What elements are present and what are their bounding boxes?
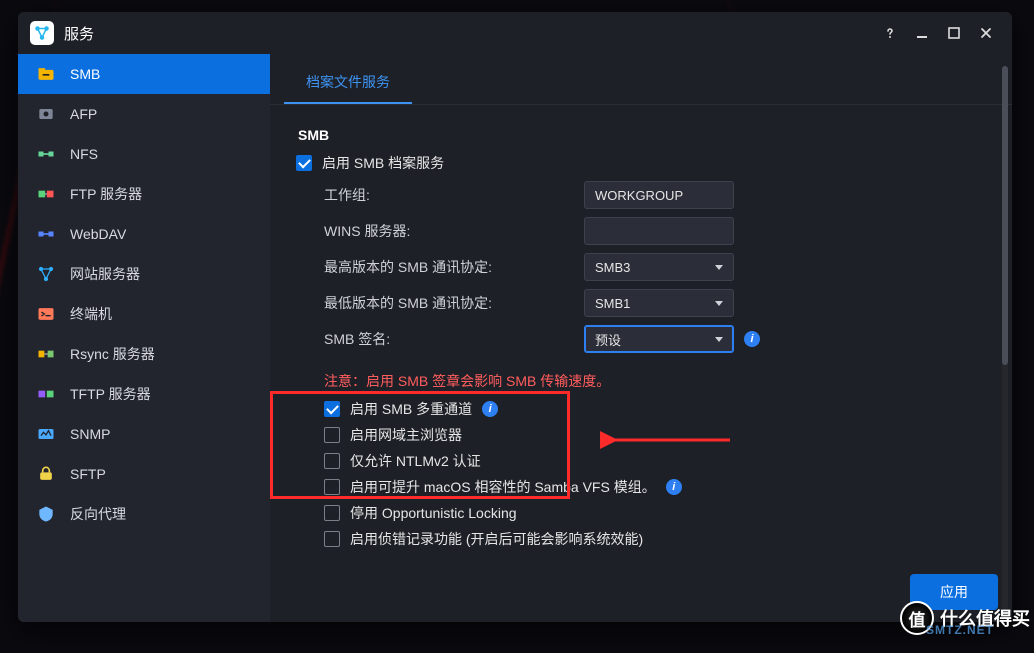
tabs: 档案文件服务 <box>270 54 1012 105</box>
sidebar-item-label: 网站服务器 <box>70 264 140 284</box>
info-icon[interactable]: i <box>744 331 760 347</box>
sidebar-item-website[interactable]: 网站服务器 <box>18 254 270 294</box>
max-smb-select[interactable]: SMB3 <box>584 253 734 281</box>
samba-vfs-checkbox[interactable] <box>324 479 340 495</box>
workgroup-input[interactable] <box>584 181 734 209</box>
rsync-icon <box>36 344 56 364</box>
opp-locking-label: 停用 Opportunistic Locking <box>350 503 517 523</box>
afp-icon <box>36 104 56 124</box>
sidebar-item-afp[interactable]: AFP <box>18 94 270 134</box>
min-smb-value: SMB1 <box>595 296 630 311</box>
workgroup-label: 工作组: <box>324 185 584 205</box>
opp-locking-checkbox[interactable] <box>324 505 340 521</box>
ftp-icon <box>36 184 56 204</box>
help-button[interactable] <box>876 19 904 47</box>
sidebar: SMB AFP NFS FTP 服务器 WebDAV 网站服务器 <box>18 54 270 622</box>
scrollbar[interactable] <box>1002 66 1008 610</box>
tab-file-service[interactable]: 档案文件服务 <box>284 60 412 104</box>
close-button[interactable] <box>972 19 1000 47</box>
chevron-down-icon <box>715 337 723 342</box>
section-title: SMB <box>298 127 986 143</box>
services-window: 服务 SMB AFP NFS <box>18 12 1012 622</box>
website-icon <box>36 264 56 284</box>
sidebar-item-label: SNMP <box>70 426 110 442</box>
sidebar-item-proxy[interactable]: 反向代理 <box>18 494 270 534</box>
enable-smb-row: 启用 SMB 档案服务 <box>296 153 986 173</box>
debug-log-checkbox[interactable] <box>324 531 340 547</box>
sidebar-item-label: Rsync 服务器 <box>70 344 155 364</box>
window-title: 服务 <box>64 23 94 44</box>
minimize-button[interactable] <box>908 19 936 47</box>
sidebar-item-label: TFTP 服务器 <box>70 384 151 404</box>
master-browser-checkbox[interactable] <box>324 427 340 443</box>
ntlmv2-checkbox[interactable] <box>324 453 340 469</box>
sidebar-item-webdav[interactable]: WebDAV <box>18 214 270 254</box>
sidebar-item-rsync[interactable]: Rsync 服务器 <box>18 334 270 374</box>
wins-label: WINS 服务器: <box>324 221 584 241</box>
sidebar-item-label: 终端机 <box>70 304 112 324</box>
info-icon[interactable]: i <box>666 479 682 495</box>
min-smb-label: 最低版本的 SMB 通讯协定: <box>324 293 584 313</box>
sidebar-item-nfs[interactable]: NFS <box>18 134 270 174</box>
app-icon <box>30 21 54 45</box>
sidebar-item-label: SMB <box>70 66 100 82</box>
wins-input[interactable] <box>584 217 734 245</box>
sidebar-item-snmp[interactable]: SNMP <box>18 414 270 454</box>
watermark: 值 什么值得买 SMTZ.NET <box>900 601 1030 635</box>
terminal-icon <box>36 304 56 324</box>
enable-smb-label: 启用 SMB 档案服务 <box>322 153 444 173</box>
samba-vfs-label: 启用可提升 macOS 相容性的 Samba VFS 模组。 <box>350 477 656 497</box>
nfs-icon <box>36 144 56 164</box>
sign-label: SMB 签名: <box>324 329 584 349</box>
sidebar-item-tftp[interactable]: TFTP 服务器 <box>18 374 270 414</box>
multi-channel-label: 启用 SMB 多重通道 <box>350 399 472 419</box>
ntlmv2-label: 仅允许 NTLMv2 认证 <box>350 451 481 471</box>
maximize-button[interactable] <box>940 19 968 47</box>
sidebar-item-label: FTP 服务器 <box>70 184 142 204</box>
multi-channel-checkbox[interactable] <box>324 401 340 417</box>
sidebar-item-label: WebDAV <box>70 226 126 242</box>
tftp-icon <box>36 384 56 404</box>
sidebar-item-terminal[interactable]: 终端机 <box>18 294 270 334</box>
sidebar-item-sftp[interactable]: SFTP <box>18 454 270 494</box>
proxy-icon <box>36 504 56 524</box>
share-folder-icon <box>36 64 56 84</box>
sign-value: 预设 <box>595 330 621 349</box>
min-smb-select[interactable]: SMB1 <box>584 289 734 317</box>
scrollbar-thumb[interactable] <box>1002 66 1008 365</box>
enable-smb-checkbox[interactable] <box>296 155 312 171</box>
sidebar-item-label: AFP <box>70 106 97 122</box>
titlebar: 服务 <box>18 12 1012 54</box>
sidebar-item-label: SFTP <box>70 466 106 482</box>
sidebar-item-label: 反向代理 <box>70 504 126 524</box>
max-smb-label: 最高版本的 SMB 通讯协定: <box>324 257 584 277</box>
master-browser-label: 启用网域主浏览器 <box>350 425 462 445</box>
sidebar-item-smb[interactable]: SMB <box>18 54 270 94</box>
sign-select[interactable]: 预设 <box>584 325 734 353</box>
snmp-icon <box>36 424 56 444</box>
sftp-icon <box>36 464 56 484</box>
sidebar-item-label: NFS <box>70 146 98 162</box>
content-area: SMB 启用 SMB 档案服务 工作组: WINS 服务器: 最高 <box>270 105 1012 622</box>
sidebar-item-ftp[interactable]: FTP 服务器 <box>18 174 270 214</box>
webdav-icon <box>36 224 56 244</box>
main-panel: 档案文件服务 SMB 启用 SMB 档案服务 工作组: WINS 服务器: <box>270 54 1012 622</box>
max-smb-value: SMB3 <box>595 260 630 275</box>
info-icon[interactable]: i <box>482 401 498 417</box>
warning-text: 注意：启用 SMB 签章会影响 SMB 传输速度。 <box>324 371 986 391</box>
debug-log-label: 启用侦错记录功能 (开启后可能会影响系统效能) <box>350 529 643 549</box>
chevron-down-icon <box>715 301 723 306</box>
chevron-down-icon <box>715 265 723 270</box>
